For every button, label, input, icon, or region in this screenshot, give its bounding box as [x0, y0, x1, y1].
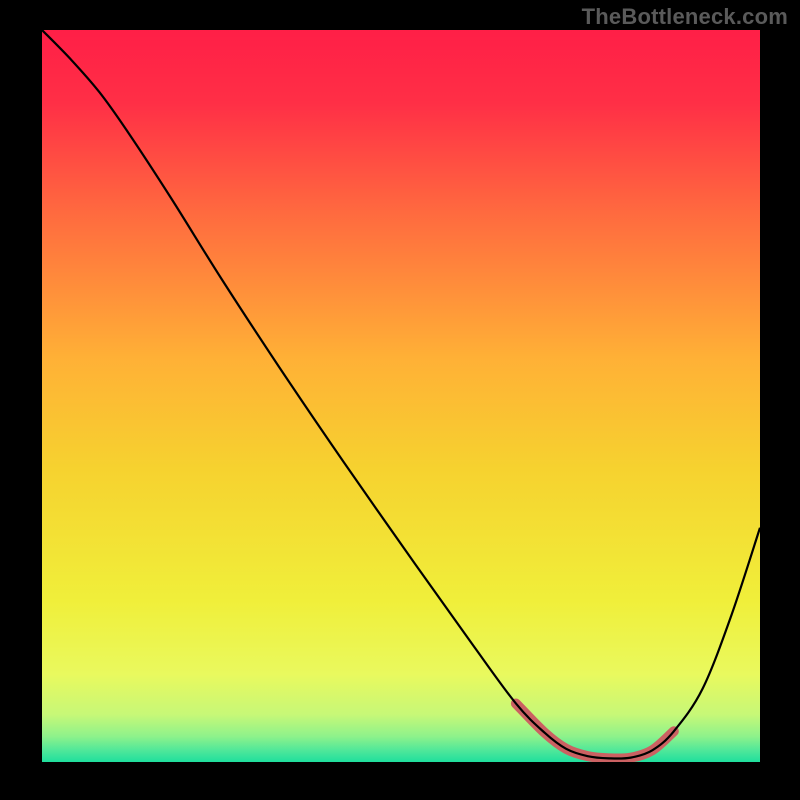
bottleneck-chart — [42, 30, 760, 762]
chart-background — [42, 30, 760, 762]
watermark-text: TheBottleneck.com — [582, 4, 788, 30]
